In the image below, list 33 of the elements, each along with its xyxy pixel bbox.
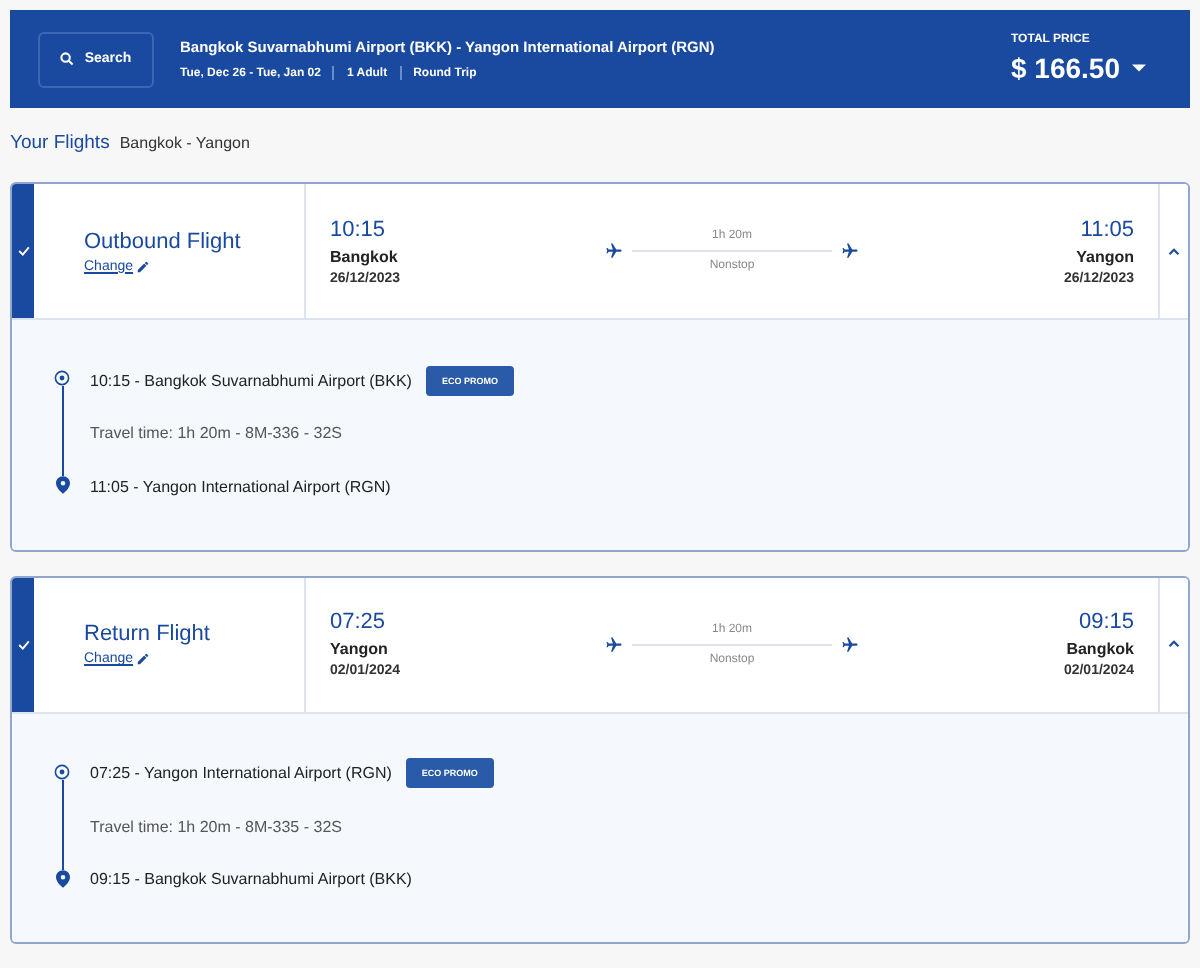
arrival-city: Yangon	[1076, 247, 1134, 266]
caret-icon[interactable]	[1132, 64, 1146, 73]
departure-time: 07:25	[330, 610, 386, 635]
pencil-icon	[135, 652, 150, 667]
travel-info: Travel time: 1h 20m - 8M-335 - 32S	[90, 817, 344, 836]
travel-info: Travel time: 1h 20m - 8M-336 - 32S	[90, 424, 344, 443]
arrival-city: Bangkok	[1066, 640, 1134, 659]
chevron-up-icon	[1168, 640, 1180, 649]
expand-toggle[interactable]	[1158, 184, 1188, 319]
arrival-detail: 11:05 - Yangon International Airport (RGN)	[90, 477, 391, 496]
airplane-icon	[604, 635, 624, 654]
flight-title: Outbound Flight	[84, 229, 243, 254]
arrival-time: 11:05	[1080, 217, 1134, 242]
pencil-icon	[135, 259, 150, 274]
check-icon	[17, 246, 29, 257]
departure-detail: 07:25 - Yangon International Airport (RGN)	[90, 764, 392, 783]
chevron-up-icon	[1168, 247, 1180, 256]
total-price: $ 166.50	[1011, 52, 1120, 85]
flight-title: Return Flight	[84, 622, 212, 647]
departure-detail: 10:15 - Bangkok Suvarnabhumi Airport (BKK)	[90, 371, 412, 390]
arrival-time: 09:15	[1078, 610, 1134, 635]
airplane-icon	[604, 242, 624, 261]
search-icon	[60, 52, 75, 67]
arrival-detail: 09:15 - Bangkok Suvarnabhumi Airport (BKK)	[90, 870, 412, 889]
check-icon	[17, 639, 29, 650]
airplane-icon	[840, 242, 860, 261]
departure-time: 10:15	[330, 217, 386, 242]
departure-city: Bangkok	[330, 247, 398, 266]
airplane-icon	[840, 635, 860, 654]
section-title: Your Flights	[10, 132, 110, 155]
expand-toggle[interactable]	[1158, 577, 1188, 712]
departure-city: Yangon	[330, 640, 388, 659]
route-summary: Bangkok - Yangon	[119, 134, 250, 153]
